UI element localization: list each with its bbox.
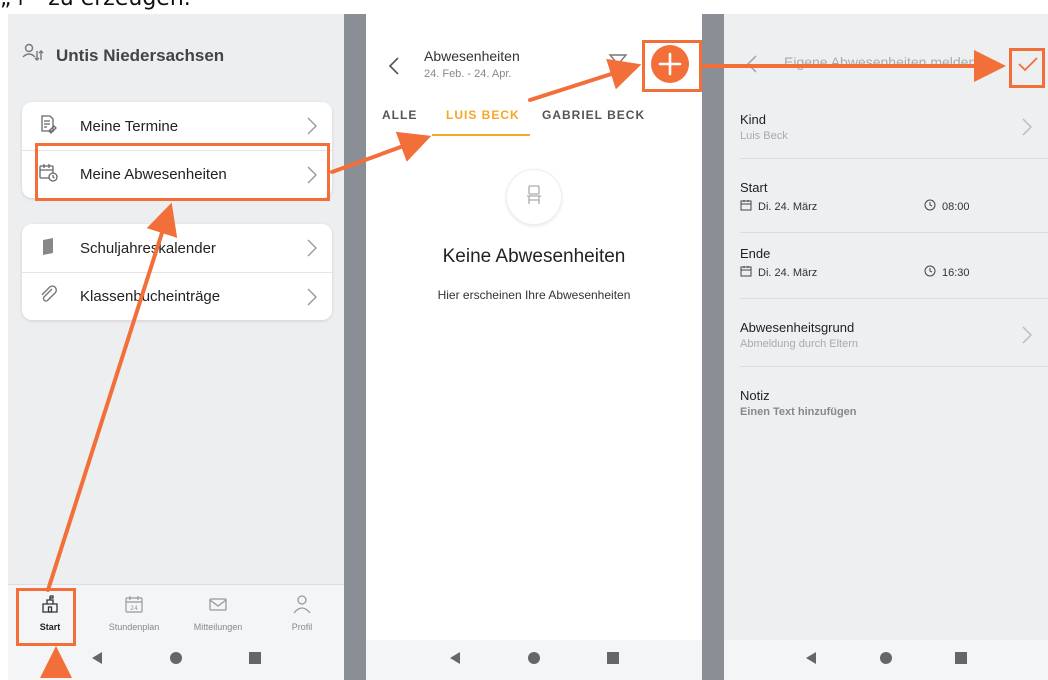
- absences-screen: Abwesenheiten 24. Feb. - 24. Apr. ALLE L…: [366, 14, 702, 680]
- field-end: Ende Di. 24. März 16:30: [740, 246, 1032, 280]
- report-form: Kind Luis Beck Start Di. 24. März 08:00 …: [724, 98, 1048, 640]
- chevron-right-icon: [306, 116, 318, 141]
- tab-luis-beck[interactable]: LUIS BECK: [446, 108, 520, 122]
- tab-gabriel-beck[interactable]: GABRIEL BECK: [542, 108, 645, 122]
- note-placeholder[interactable]: Einen Text hinzufügen: [740, 406, 1032, 418]
- panel-separator: [344, 14, 366, 680]
- system-nav-bar: [8, 640, 344, 680]
- back-triangle-icon[interactable]: [804, 651, 818, 670]
- divider: [740, 366, 1048, 367]
- calendar-icon: [740, 199, 752, 214]
- field-label: Start: [740, 180, 768, 195]
- chevron-right-icon: [1022, 118, 1032, 141]
- book-icon: [38, 236, 58, 261]
- highlight-abwesenheiten: [35, 143, 330, 201]
- field-label: Abwesenheitsgrund: [740, 320, 855, 335]
- field-label: Ende: [740, 246, 771, 261]
- empty-title: Keine Abwesenheiten: [442, 246, 626, 267]
- chair-icon: [523, 184, 545, 211]
- filter-icon[interactable]: [608, 52, 628, 77]
- screen-title: Abwesenheiten: [424, 48, 520, 64]
- back-triangle-icon[interactable]: [90, 651, 104, 670]
- document-edit-icon: [38, 114, 58, 139]
- divider: [740, 232, 1048, 233]
- field-label: Kind: [740, 112, 767, 127]
- end-time[interactable]: 16:30: [942, 267, 970, 279]
- menu-item-label: Schuljahreskalender: [80, 239, 216, 257]
- menu-item-kalender[interactable]: Schuljahreskalender: [22, 224, 332, 272]
- recents-square-icon[interactable]: [248, 651, 262, 670]
- calendar-day-text: 24: [130, 605, 138, 612]
- child-tabs: ALLE LUIS BECK GABRIEL BECK: [366, 102, 702, 138]
- field-value: Luis Beck: [740, 130, 788, 142]
- home-circle-icon[interactable]: [879, 651, 893, 670]
- chevron-right-icon: [306, 238, 318, 263]
- back-chevron-icon[interactable]: [746, 54, 758, 79]
- end-date[interactable]: Di. 24. März: [758, 267, 924, 279]
- mail-icon: [208, 594, 228, 619]
- tab-alle[interactable]: ALLE: [382, 108, 417, 122]
- nav-mitteilungen[interactable]: Mitteilungen: [176, 585, 260, 640]
- back-chevron-icon[interactable]: [388, 56, 400, 81]
- chevron-right-icon: [1022, 326, 1032, 349]
- report-absence-screen: Eigene Abwesenheiten melden Kind Luis Be…: [724, 14, 1048, 680]
- chevron-right-icon: [306, 287, 318, 312]
- user-switch-icon[interactable]: [22, 42, 44, 69]
- recents-square-icon[interactable]: [606, 651, 620, 670]
- menu-item-klassenbuch[interactable]: Klassenbucheinträge: [22, 272, 332, 320]
- menu-item-label: Klassenbucheinträge: [80, 288, 221, 305]
- start-screen: Untis Niedersachsen Meine Termine Meine …: [8, 14, 344, 680]
- back-triangle-icon[interactable]: [448, 651, 462, 670]
- highlight-start-nav: [16, 588, 76, 646]
- highlight-confirm: [1009, 48, 1045, 88]
- person-icon: [292, 594, 312, 619]
- system-nav-bar: [366, 640, 702, 680]
- field-start: Start Di. 24. März 08:00: [740, 180, 1032, 214]
- nav-profil[interactable]: Profil: [260, 585, 344, 640]
- calendar-icon: 24: [124, 594, 144, 619]
- field-label: Notiz: [740, 388, 770, 403]
- screen-title: Eigene Abwesenheiten melden: [784, 54, 977, 70]
- clock-icon: [924, 199, 936, 214]
- nav-label: Profil: [291, 621, 313, 632]
- nav-label: Stundenplan: [108, 621, 160, 632]
- panel-separator: [702, 14, 724, 680]
- menu-item-label: Meine Termine: [80, 117, 179, 135]
- nav-label: Mitteilungen: [193, 621, 243, 632]
- empty-subtitle: Hier erscheinen Ihre Abwesenheiten: [437, 288, 631, 302]
- field-value: Abmeldung durch Eltern: [740, 338, 859, 350]
- field-note[interactable]: Notiz Einen Text hinzufügen: [740, 388, 1032, 418]
- school-title: Untis Niedersachsen: [56, 45, 225, 65]
- divider: [740, 158, 1048, 159]
- field-kind[interactable]: Kind Luis Beck: [740, 112, 1032, 142]
- start-time[interactable]: 08:00: [942, 201, 970, 213]
- start-date[interactable]: Di. 24. März: [758, 201, 924, 213]
- field-reason[interactable]: Abwesenheitsgrund Abmeldung durch Eltern: [740, 320, 1032, 350]
- recents-square-icon[interactable]: [954, 651, 968, 670]
- report-header: Eigene Abwesenheiten melden: [724, 14, 1048, 98]
- empty-state-badge: [506, 169, 562, 225]
- active-tab-indicator: [432, 134, 530, 136]
- caption-text: „+“ zu erzeugen.: [0, 0, 191, 11]
- highlight-add-button: [642, 40, 702, 92]
- system-nav-bar: [724, 640, 1048, 680]
- clock-icon: [924, 265, 936, 280]
- school-header[interactable]: Untis Niedersachsen: [22, 42, 224, 69]
- home-circle-icon[interactable]: [527, 651, 541, 670]
- divider: [740, 298, 1048, 299]
- nav-stundenplan[interactable]: 24 Stundenplan: [92, 585, 176, 640]
- date-range: 24. Feb. - 24. Apr.: [424, 68, 512, 80]
- home-circle-icon[interactable]: [169, 651, 183, 670]
- calendar-icon: [740, 265, 752, 280]
- menu-card-2: Schuljahreskalender Klassenbucheinträge: [22, 224, 332, 320]
- paperclip-icon: [38, 284, 58, 309]
